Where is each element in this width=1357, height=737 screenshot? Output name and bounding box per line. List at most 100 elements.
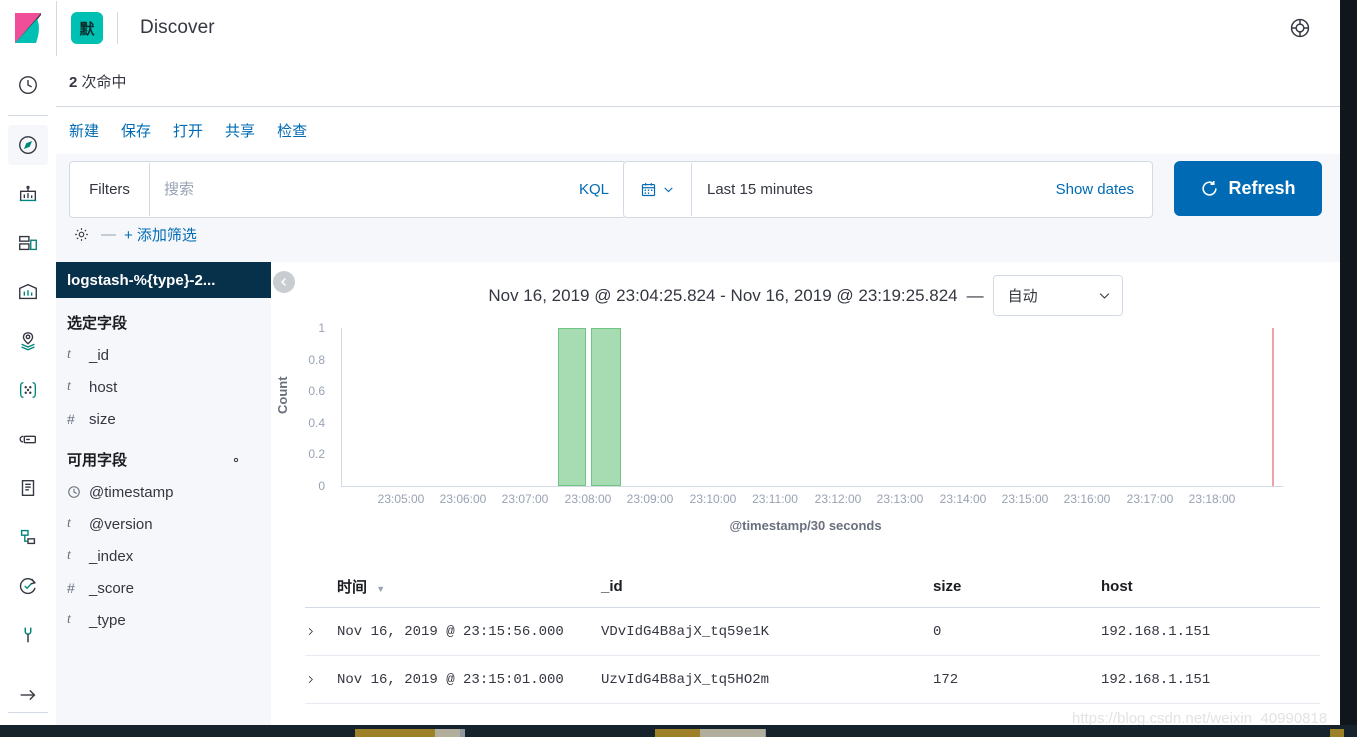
column-header-id[interactable]: _id — [601, 578, 933, 595]
column-label: 时间 — [337, 578, 368, 596]
hit-count-label: 次命中 — [81, 73, 127, 91]
cell-time: Nov 16, 2019 @ 23:15:56.000 — [337, 623, 564, 640]
field-item-timestamp[interactable]: @timestamp — [56, 476, 271, 508]
column-header-time[interactable]: 时间 ▼ — [337, 576, 601, 597]
field-type-icon: t — [67, 548, 71, 563]
cell-size: 172 — [933, 671, 959, 688]
x-tick: 23:11:00 — [752, 492, 798, 506]
histogram-bar[interactable] — [591, 328, 621, 486]
menu-item-share[interactable]: 共享 — [225, 120, 255, 141]
hit-count-text: 2 次命中 — [69, 71, 127, 92]
sidebar-item-apm[interactable] — [8, 517, 48, 557]
refresh-button[interactable]: Refresh — [1174, 161, 1322, 216]
cell-size: 0 — [933, 623, 942, 640]
hits-bar: 2 次命中 — [56, 56, 1340, 107]
x-tick: 23:12:00 — [814, 492, 862, 506]
kibana-app: 默 Discover 2 次命中 新建 保存 打开 共享 检查 Filters … — [0, 0, 1340, 725]
date-picker: Last 15 minutes Show dates — [623, 161, 1153, 218]
cell-host: 192.168.1.151 — [1101, 623, 1211, 640]
field-item-index[interactable]: t _index — [56, 540, 271, 572]
y-tick: 0.6 — [308, 384, 325, 399]
field-type-icon: t — [67, 379, 71, 394]
nav-divider — [8, 115, 48, 116]
space-badge[interactable]: 默 — [71, 12, 103, 44]
clock-icon — [67, 485, 89, 499]
chevron-left-circle-icon[interactable] — [273, 271, 295, 293]
sidebar-item-uptime[interactable] — [8, 566, 48, 606]
kibana-logo-icon[interactable] — [0, 0, 57, 56]
sidebar-item-collapse-nav[interactable] — [8, 675, 48, 715]
date-range-label[interactable]: Last 15 minutes — [692, 181, 1056, 198]
sidebar-item-infrastructure[interactable] — [8, 419, 48, 459]
sidebar-item-dashboard[interactable] — [8, 223, 48, 263]
sidebar-item-visualize[interactable] — [8, 174, 48, 214]
app-header: 默 Discover — [0, 0, 1340, 57]
gear-icon[interactable] — [229, 453, 243, 467]
sidebar-item-dev-tools[interactable] — [8, 615, 48, 655]
chart-time-range: Nov 16, 2019 @ 23:04:25.824 - Nov 16, 20… — [488, 285, 958, 305]
header-divider — [117, 12, 118, 44]
primary-nav — [0, 56, 57, 725]
expand-row-button[interactable] — [305, 673, 337, 686]
refresh-icon — [1202, 180, 1218, 196]
column-header-host[interactable]: host — [1101, 578, 1301, 595]
query-language-button[interactable]: KQL — [579, 181, 625, 198]
date-quick-select-button[interactable] — [624, 163, 692, 216]
y-tick: 1 — [318, 321, 325, 335]
x-tick: 23:08:00 — [564, 492, 612, 506]
field-item-size[interactable]: # size — [56, 403, 271, 435]
menu-item-inspect[interactable]: 检查 — [277, 120, 307, 141]
field-type-icon: # — [67, 411, 75, 427]
cell-id: VDvIdG4B8ajX_tq59e1K — [601, 623, 770, 640]
field-name: host — [89, 378, 118, 396]
interval-select[interactable]: 自动 — [992, 275, 1123, 316]
x-tick: 23:18:00 — [1188, 492, 1236, 506]
x-tick: 23:05:00 — [377, 492, 425, 506]
field-item-type[interactable]: t _type — [56, 604, 271, 636]
page-title: Discover — [140, 17, 215, 38]
field-item-score[interactable]: # _score — [56, 572, 271, 604]
field-item-id[interactable]: t _id — [56, 339, 271, 371]
histogram-bar[interactable] — [558, 328, 586, 486]
menu-item-new[interactable]: 新建 — [69, 120, 99, 141]
help-lifering-icon[interactable] — [1280, 8, 1320, 48]
add-filter-button[interactable]: + 添加筛选 — [124, 224, 197, 245]
gear-icon[interactable] — [69, 222, 93, 246]
sidebar-item-recently-viewed[interactable] — [8, 65, 48, 105]
sidebar-item-canvas[interactable] — [8, 272, 48, 312]
filter-separator: — — [101, 225, 116, 243]
table-row[interactable]: Nov 16, 2019 @ 23:15:01.000 UzvIdG4B8ajX… — [305, 656, 1320, 704]
sidebar-item-discover[interactable] — [8, 125, 48, 165]
expand-row-button[interactable] — [305, 625, 337, 638]
selected-fields-title: 选定字段 — [56, 298, 271, 339]
query-bar-row: Filters KQL — [56, 154, 1340, 262]
filters-button[interactable]: Filters — [70, 163, 150, 216]
search-bar: Filters KQL — [69, 161, 626, 218]
discover-top-menu: 新建 保存 打开 共享 检查 — [56, 107, 1340, 154]
y-tick: 0.2 — [308, 447, 325, 462]
available-fields-label: 可用字段 — [67, 452, 128, 469]
sidebar-item-logs[interactable] — [8, 468, 48, 508]
table-row[interactable]: Nov 16, 2019 @ 23:15:56.000 VDvIdG4B8ajX… — [305, 608, 1320, 656]
field-name: _id — [89, 346, 110, 364]
x-tick: 23:09:00 — [626, 492, 674, 506]
column-header-size[interactable]: size — [933, 578, 1101, 595]
menu-item-open[interactable]: 打开 — [173, 120, 203, 141]
search-input[interactable] — [150, 163, 579, 216]
menu-item-save[interactable]: 保存 — [121, 120, 151, 141]
sidebar-item-machine-learning[interactable] — [8, 370, 48, 410]
chart-header-dash: — — [966, 285, 984, 305]
x-tick: 23:07:00 — [501, 492, 549, 506]
x-tick: 23:14:00 — [939, 492, 987, 506]
sidebar-item-maps[interactable] — [8, 321, 48, 361]
show-dates-button[interactable]: Show dates — [1056, 181, 1152, 198]
field-item-host[interactable]: t host — [56, 371, 271, 403]
field-item-version[interactable]: t @version — [56, 508, 271, 540]
chart-header: Nov 16, 2019 @ 23:04:25.824 - Nov 16, 20… — [271, 262, 1340, 316]
y-tick: 0 — [318, 479, 325, 493]
index-pattern-selector[interactable]: logstash-%{type}-2... — [56, 262, 271, 298]
sort-down-icon[interactable]: ▼ — [376, 584, 385, 594]
plot-area[interactable] — [341, 328, 1283, 487]
histogram-chart[interactable]: Count 1 0.8 0.6 0.4 0.2 0 23:05:00 23:06… — [271, 321, 1340, 537]
discover-main: Nov 16, 2019 @ 23:04:25.824 - Nov 16, 20… — [271, 262, 1340, 725]
